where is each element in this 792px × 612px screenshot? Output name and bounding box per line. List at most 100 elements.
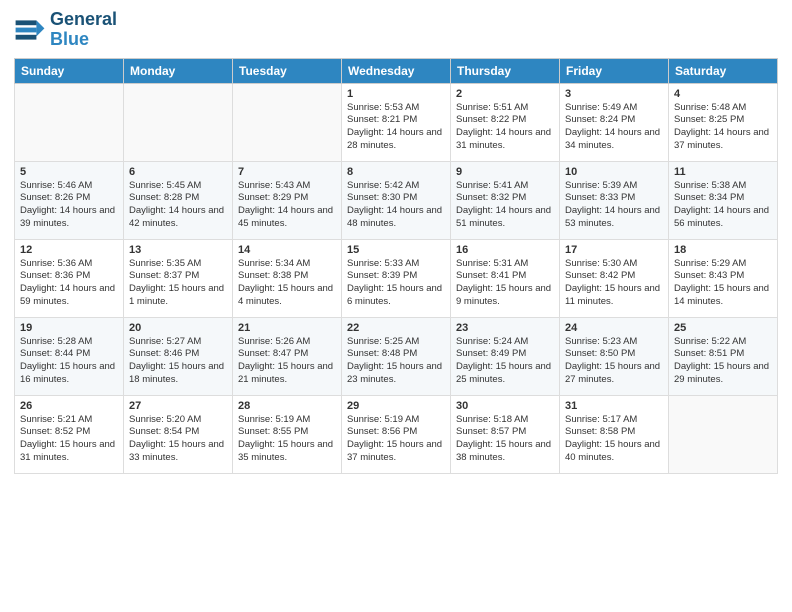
calendar-cell: 10Sunrise: 5:39 AMSunset: 8:33 PMDayligh… [560, 161, 669, 239]
day-number: 11 [674, 166, 772, 178]
day-info: Sunset: 8:32 PM [456, 192, 554, 205]
day-header-wednesday: Wednesday [342, 58, 451, 83]
day-number: 28 [238, 400, 336, 412]
calendar-cell: 12Sunrise: 5:36 AMSunset: 8:36 PMDayligh… [15, 239, 124, 317]
day-header-sunday: Sunday [15, 58, 124, 83]
day-header-friday: Friday [560, 58, 669, 83]
day-info: Sunrise: 5:53 AM [347, 102, 445, 115]
calendar-cell: 20Sunrise: 5:27 AMSunset: 8:46 PMDayligh… [124, 317, 233, 395]
calendar-cell: 1Sunrise: 5:53 AMSunset: 8:21 PMDaylight… [342, 83, 451, 161]
day-info: Sunset: 8:37 PM [129, 270, 227, 283]
day-info: Sunrise: 5:20 AM [129, 414, 227, 427]
day-header-monday: Monday [124, 58, 233, 83]
day-number: 31 [565, 400, 663, 412]
day-info: Daylight: 14 hours and 37 minutes. [674, 127, 772, 153]
day-info: Sunset: 8:54 PM [129, 426, 227, 439]
day-info: Sunset: 8:48 PM [347, 348, 445, 361]
day-info: Sunrise: 5:49 AM [565, 102, 663, 115]
day-info: Daylight: 15 hours and 23 minutes. [347, 361, 445, 387]
day-info: Daylight: 15 hours and 29 minutes. [674, 361, 772, 387]
day-number: 16 [456, 244, 554, 256]
day-info: Daylight: 15 hours and 14 minutes. [674, 283, 772, 309]
calendar-cell: 24Sunrise: 5:23 AMSunset: 8:50 PMDayligh… [560, 317, 669, 395]
calendar-cell [15, 83, 124, 161]
calendar-cell: 7Sunrise: 5:43 AMSunset: 8:29 PMDaylight… [233, 161, 342, 239]
day-info: Sunrise: 5:34 AM [238, 258, 336, 271]
day-info: Sunset: 8:39 PM [347, 270, 445, 283]
day-info: Sunrise: 5:31 AM [456, 258, 554, 271]
calendar-cell: 21Sunrise: 5:26 AMSunset: 8:47 PMDayligh… [233, 317, 342, 395]
day-number: 6 [129, 166, 227, 178]
day-info: Sunset: 8:50 PM [565, 348, 663, 361]
day-number: 25 [674, 322, 772, 334]
day-number: 9 [456, 166, 554, 178]
day-info: Daylight: 15 hours and 31 minutes. [20, 439, 118, 465]
day-info: Sunset: 8:24 PM [565, 114, 663, 127]
day-info: Sunset: 8:38 PM [238, 270, 336, 283]
day-info: Sunrise: 5:38 AM [674, 180, 772, 193]
day-info: Daylight: 14 hours and 39 minutes. [20, 205, 118, 231]
day-info: Sunrise: 5:19 AM [238, 414, 336, 427]
day-info: Sunset: 8:46 PM [129, 348, 227, 361]
day-number: 23 [456, 322, 554, 334]
day-info: Daylight: 15 hours and 11 minutes. [565, 283, 663, 309]
day-number: 22 [347, 322, 445, 334]
day-info: Sunrise: 5:45 AM [129, 180, 227, 193]
day-info: Sunrise: 5:48 AM [674, 102, 772, 115]
day-info: Sunrise: 5:22 AM [674, 336, 772, 349]
day-info: Daylight: 14 hours and 59 minutes. [20, 283, 118, 309]
day-info: Sunset: 8:52 PM [20, 426, 118, 439]
day-info: Daylight: 15 hours and 25 minutes. [456, 361, 554, 387]
day-info: Sunset: 8:34 PM [674, 192, 772, 205]
day-info: Daylight: 15 hours and 21 minutes. [238, 361, 336, 387]
day-info: Daylight: 15 hours and 40 minutes. [565, 439, 663, 465]
calendar-cell: 22Sunrise: 5:25 AMSunset: 8:48 PMDayligh… [342, 317, 451, 395]
week-row-1: 5Sunrise: 5:46 AMSunset: 8:26 PMDaylight… [15, 161, 778, 239]
day-info: Daylight: 14 hours and 28 minutes. [347, 127, 445, 153]
day-info: Sunrise: 5:51 AM [456, 102, 554, 115]
day-number: 19 [20, 322, 118, 334]
day-info: Sunset: 8:57 PM [456, 426, 554, 439]
calendar-cell: 3Sunrise: 5:49 AMSunset: 8:24 PMDaylight… [560, 83, 669, 161]
day-info: Daylight: 14 hours and 45 minutes. [238, 205, 336, 231]
calendar-cell: 5Sunrise: 5:46 AMSunset: 8:26 PMDaylight… [15, 161, 124, 239]
day-info: Sunset: 8:43 PM [674, 270, 772, 283]
calendar-cell: 2Sunrise: 5:51 AMSunset: 8:22 PMDaylight… [451, 83, 560, 161]
day-info: Daylight: 15 hours and 18 minutes. [129, 361, 227, 387]
day-info: Daylight: 15 hours and 37 minutes. [347, 439, 445, 465]
day-header-saturday: Saturday [669, 58, 778, 83]
day-info: Sunrise: 5:29 AM [674, 258, 772, 271]
calendar-cell: 25Sunrise: 5:22 AMSunset: 8:51 PMDayligh… [669, 317, 778, 395]
header: General Blue [14, 10, 778, 50]
week-row-3: 19Sunrise: 5:28 AMSunset: 8:44 PMDayligh… [15, 317, 778, 395]
day-info: Daylight: 15 hours and 35 minutes. [238, 439, 336, 465]
day-info: Sunrise: 5:43 AM [238, 180, 336, 193]
day-number: 10 [565, 166, 663, 178]
day-info: Sunset: 8:56 PM [347, 426, 445, 439]
day-info: Daylight: 14 hours and 34 minutes. [565, 127, 663, 153]
day-info: Sunset: 8:47 PM [238, 348, 336, 361]
day-info: Sunrise: 5:17 AM [565, 414, 663, 427]
day-info: Daylight: 15 hours and 38 minutes. [456, 439, 554, 465]
day-info: Daylight: 15 hours and 9 minutes. [456, 283, 554, 309]
day-info: Sunset: 8:36 PM [20, 270, 118, 283]
day-info: Sunrise: 5:28 AM [20, 336, 118, 349]
day-info: Sunrise: 5:46 AM [20, 180, 118, 193]
day-info: Daylight: 14 hours and 31 minutes. [456, 127, 554, 153]
day-number: 2 [456, 88, 554, 100]
calendar-table: SundayMondayTuesdayWednesdayThursdayFrid… [14, 58, 778, 474]
day-info: Sunrise: 5:30 AM [565, 258, 663, 271]
calendar-cell: 6Sunrise: 5:45 AMSunset: 8:28 PMDaylight… [124, 161, 233, 239]
day-info: Daylight: 14 hours and 42 minutes. [129, 205, 227, 231]
calendar-cell: 19Sunrise: 5:28 AMSunset: 8:44 PMDayligh… [15, 317, 124, 395]
day-number: 1 [347, 88, 445, 100]
day-info: Sunset: 8:55 PM [238, 426, 336, 439]
calendar-cell: 23Sunrise: 5:24 AMSunset: 8:49 PMDayligh… [451, 317, 560, 395]
logo: General Blue [14, 10, 117, 50]
calendar-cell: 31Sunrise: 5:17 AMSunset: 8:58 PMDayligh… [560, 395, 669, 473]
calendar-cell: 26Sunrise: 5:21 AMSunset: 8:52 PMDayligh… [15, 395, 124, 473]
day-number: 14 [238, 244, 336, 256]
calendar-cell: 30Sunrise: 5:18 AMSunset: 8:57 PMDayligh… [451, 395, 560, 473]
day-number: 15 [347, 244, 445, 256]
day-info: Sunset: 8:49 PM [456, 348, 554, 361]
